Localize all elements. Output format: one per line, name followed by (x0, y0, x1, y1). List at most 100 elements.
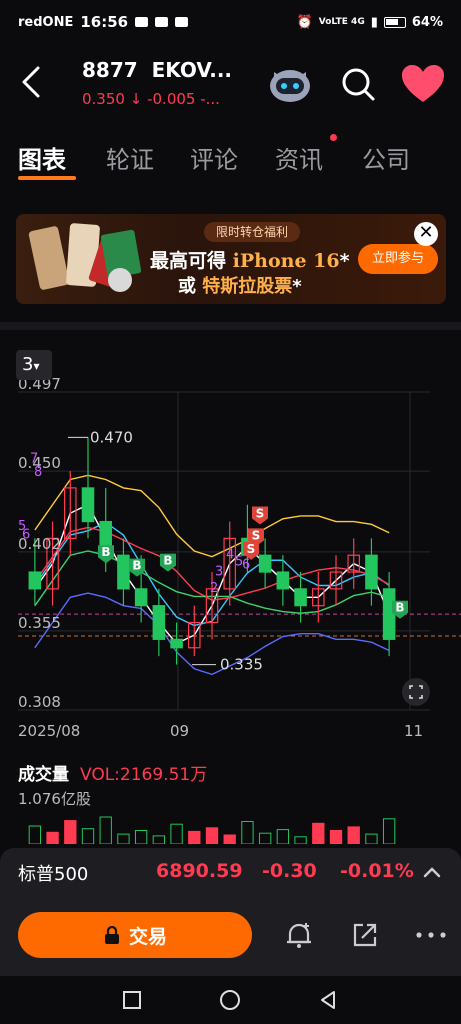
back-arrow-icon[interactable] (14, 60, 48, 104)
more-options-icon[interactable] (414, 920, 448, 950)
tab-bar: 图表 轮证 评论 资讯 公司 (0, 130, 461, 184)
active-tab-indicator (18, 176, 76, 180)
signal-marker-label: B (395, 601, 404, 615)
tab-chart[interactable]: 图表 (18, 140, 66, 175)
signal-marker-label: B (132, 559, 141, 573)
volume-bar (134, 830, 148, 844)
stock-title[interactable]: 8877 EKOV... (82, 58, 232, 82)
fullscreen-icon[interactable] (402, 678, 430, 706)
signal-digit: 6 (242, 558, 250, 573)
candlestick-chart-svg[interactable]: 0.4970.4500.4020.3550.3082025/08 09 110.47… (0, 340, 461, 740)
stock-quote: 0.350 ↓ -0.005 -... (82, 90, 220, 108)
candle-body (258, 554, 272, 573)
index-ticker-bar[interactable]: 标普500 6890.59 -0.30 -0.01% (0, 848, 461, 898)
candle-body (134, 588, 148, 607)
signal-marker-label: S (256, 507, 265, 521)
share-icon[interactable] (350, 920, 380, 950)
volume-bar (241, 821, 254, 844)
carrier-name: redONE (18, 14, 74, 30)
volume-bar (46, 831, 59, 844)
signal-icon: ▮ (370, 14, 378, 30)
tab-company[interactable]: 公司 (362, 140, 410, 175)
volume-bar (258, 832, 272, 844)
stock-price: 0.350 (82, 90, 125, 108)
index-change: -0.30 (262, 860, 317, 882)
news-unread-dot (330, 134, 337, 141)
home-icon[interactable] (218, 988, 242, 1012)
status-right: ⏰ VoLTE 4G ▮ 64% (297, 15, 443, 30)
volume-bar (205, 827, 219, 844)
volume-bar (294, 836, 307, 844)
candle-body (170, 638, 183, 649)
signal-digit: 6 (22, 527, 30, 542)
volume-bar (170, 823, 183, 844)
promo-banner[interactable]: 限时转仓福利 最高可得 iPhone 16* 或 特斯拉股票* 立即参与 ✕ (16, 214, 446, 304)
clock: 16:56 (80, 13, 129, 31)
ai-assistant-robot-icon[interactable] (268, 64, 312, 104)
x-tick-label: 09 (170, 722, 189, 740)
signal-marker-label: B (101, 545, 110, 559)
volume-bar (329, 830, 343, 844)
volume-bar (188, 830, 201, 844)
status-left: redONE 16:56 (18, 13, 189, 31)
volume-bar (223, 834, 236, 844)
x-tick-label: 2025/08 (18, 722, 80, 740)
tab-warrants[interactable]: 轮证 (106, 140, 154, 175)
high-price-annotation: 0.470 (90, 428, 133, 446)
promo-headline: 最高可得 iPhone 16* (150, 246, 350, 273)
chevron-up-icon[interactable] (420, 860, 444, 884)
volume-bar (81, 828, 95, 844)
volume-bar (347, 826, 360, 844)
x-tick-label: 11 (404, 722, 423, 740)
favorite-heart-icon[interactable] (400, 64, 446, 104)
bottom-action-bar: 交易 (0, 898, 461, 976)
fullscreen-icon-bg (402, 678, 430, 706)
y-tick-label: 0.308 (18, 693, 61, 711)
alarm-icon: ⏰ (296, 14, 313, 30)
volume-bar (99, 816, 112, 844)
app-notification-icon (175, 17, 189, 27)
promo-close-icon[interactable]: ✕ (414, 222, 438, 246)
lock-icon (104, 925, 119, 944)
back-nav-icon[interactable] (316, 988, 340, 1012)
candle-body (365, 554, 378, 590)
signal-digit: 8 (34, 465, 42, 480)
volume-bar (276, 829, 290, 844)
status-bar: redONE 16:56 ⏰ VoLTE 4G ▮ 64% (0, 0, 461, 44)
signal-marker-label: S (247, 542, 256, 556)
signal-marker-label: S (252, 528, 261, 542)
promo-subline-prefix: 或 (178, 276, 196, 297)
promo-join-button[interactable]: 立即参与 (358, 244, 438, 274)
tab-comments[interactable]: 评论 (190, 140, 238, 175)
trade-button[interactable]: 交易 (18, 912, 252, 958)
low-price-annotation: 0.335 (220, 656, 263, 674)
candle-body (28, 571, 42, 590)
trade-label: 交易 (128, 925, 167, 948)
tab-news[interactable]: 资讯 (275, 140, 323, 175)
volume-bar (382, 818, 396, 844)
caret-down-icon: ▾ (33, 359, 40, 373)
candle-body (276, 571, 290, 590)
volume-bars-svg (28, 816, 396, 844)
index-name: 标普500 (18, 864, 89, 885)
chart-period-selector[interactable]: 3▾ (16, 350, 52, 380)
section-divider (0, 322, 461, 330)
volume-bar (365, 833, 378, 844)
price-alert-bell-icon[interactable] (284, 920, 314, 950)
promo-tag: 限时转仓福利 (204, 222, 301, 242)
candle-body (294, 588, 307, 607)
recent-apps-icon[interactable] (120, 988, 144, 1012)
price-chart[interactable]: 0.497 0.450 0.402 0.355 0.308 2025/08 09 11 0.47… (0, 340, 461, 740)
stock-change: -0.005 (147, 90, 196, 108)
network-type: VoLTE 4G (318, 17, 365, 27)
signal-marker-label: B (163, 554, 172, 568)
volume-bar (117, 833, 130, 844)
search-icon[interactable] (338, 64, 378, 104)
volume-bar (152, 835, 166, 844)
stock-name: EKOV... (151, 58, 233, 82)
index-price: 6890.59 (156, 860, 243, 882)
signal-digit: 2 (210, 581, 218, 596)
promo-subline: 或 特斯拉股票* (178, 272, 302, 298)
system-nav-bar (0, 976, 461, 1024)
volume-bar (28, 825, 42, 844)
